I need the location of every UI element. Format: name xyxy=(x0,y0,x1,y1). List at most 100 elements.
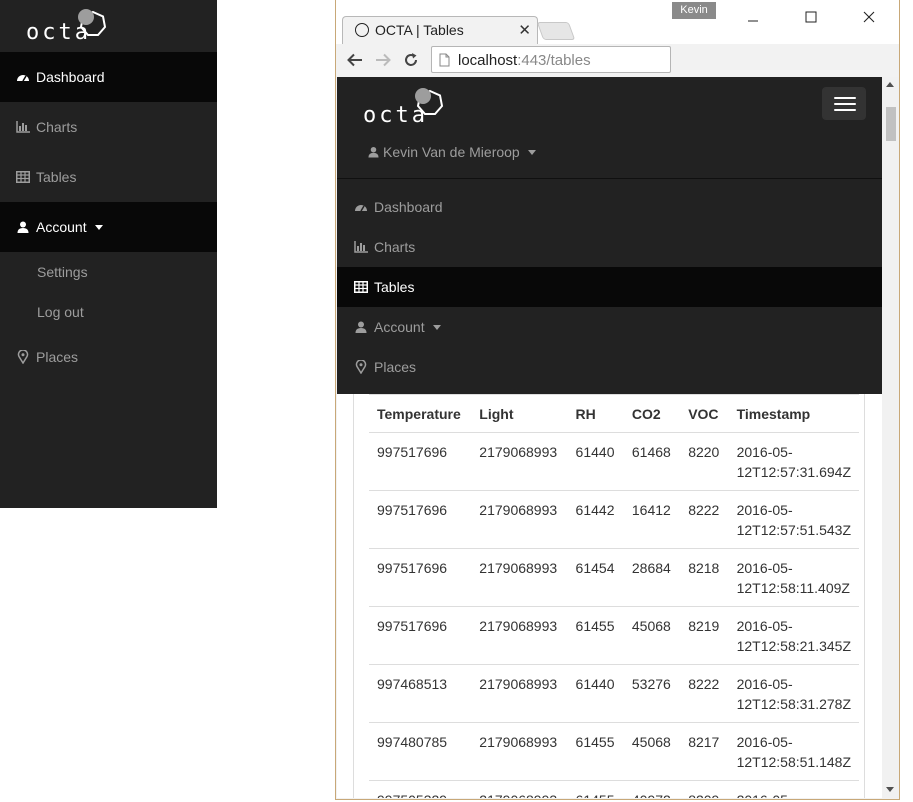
table-row: 997517696 2179068993 61440 61468 8220 20… xyxy=(369,432,859,491)
sidebar-item-dashboard[interactable]: Dashboard xyxy=(0,52,217,102)
column-header-co2[interactable]: CO2 xyxy=(623,394,681,433)
vertical-scrollbar[interactable] xyxy=(882,77,899,798)
cell-light: 2179068993 xyxy=(471,548,568,607)
scroll-up-icon[interactable] xyxy=(886,82,894,87)
submenu-item-settings[interactable]: Settings xyxy=(37,264,88,280)
cell-voc: 8220 xyxy=(680,432,729,491)
new-tab-button[interactable] xyxy=(536,22,576,40)
close-window-button[interactable] xyxy=(854,6,884,28)
sidebar-item-label: Account xyxy=(36,219,87,235)
chevron-down-icon xyxy=(432,324,441,330)
cell-co2: 45068 xyxy=(623,606,681,665)
cell-temperature: 997517696 xyxy=(369,490,472,549)
cell-light: 2179068993 xyxy=(471,490,568,549)
submenu-item-logout[interactable]: Log out xyxy=(37,304,84,320)
cell-voc: 8217 xyxy=(680,722,729,781)
nav-item-label: Account xyxy=(374,319,425,335)
maximize-icon xyxy=(805,11,817,23)
hamburger-bar xyxy=(834,97,856,99)
nav-item-tables[interactable]: Tables xyxy=(337,267,882,307)
cell-temperature: 997505329 xyxy=(369,780,472,798)
user-menu-dropdown[interactable]: Kevin Van de Mieroop xyxy=(368,144,536,160)
profile-badge[interactable]: Kevin xyxy=(672,2,716,19)
user-icon xyxy=(368,146,379,158)
map-marker-icon xyxy=(354,360,368,374)
sidebar-item-label: Places xyxy=(36,349,79,365)
sidebar-item-label: Charts xyxy=(36,119,78,135)
minimize-button[interactable] xyxy=(738,6,768,28)
address-bar[interactable]: localhost:443/tables xyxy=(431,46,671,73)
forward-button[interactable] xyxy=(373,50,393,70)
url-path: :443/tables xyxy=(517,52,591,69)
column-header-voc[interactable]: VOC xyxy=(680,394,729,433)
sidebar-item-charts[interactable]: Charts xyxy=(0,102,217,152)
octa-logo[interactable]: octa xyxy=(363,83,453,128)
cell-timestamp: 2016-05- xyxy=(728,780,859,798)
reload-button[interactable] xyxy=(401,50,421,70)
cell-timestamp: 2016-05-12T12:58:21.345Z xyxy=(728,606,859,665)
cell-co2: 40972 xyxy=(623,780,681,798)
cell-voc: 8222 xyxy=(680,664,729,723)
map-marker-icon xyxy=(16,350,30,364)
close-tab-icon[interactable]: ✕ xyxy=(518,21,531,39)
scrollbar-thumb[interactable] xyxy=(886,107,896,141)
table-icon xyxy=(16,170,30,184)
table-panel: Temperature Light RH CO2 VOC Timestamp 9… xyxy=(353,394,865,798)
maximize-button[interactable] xyxy=(796,6,826,28)
user-icon xyxy=(16,220,30,234)
reload-icon xyxy=(405,53,417,66)
logo-hexagon-icon xyxy=(78,9,107,36)
nav-item-label: Places xyxy=(374,359,417,375)
arrow-right-icon xyxy=(376,53,391,67)
nav-item-dashboard[interactable]: Dashboard xyxy=(337,187,882,227)
favicon-icon xyxy=(355,23,369,37)
nav-item-label: Charts xyxy=(374,239,416,255)
cell-temperature: 997480785 xyxy=(369,722,472,781)
chevron-down-icon xyxy=(527,149,536,155)
browser-window: OCTA | Tables ✕ Kevin localhost:443/tabl… xyxy=(335,0,900,800)
user-icon xyxy=(354,320,368,334)
nav-item-account[interactable]: Account xyxy=(337,307,882,347)
data-table: Temperature Light RH CO2 VOC Timestamp 9… xyxy=(369,394,859,798)
cell-light: 2179068993 xyxy=(471,664,568,723)
browser-tab[interactable]: OCTA | Tables ✕ xyxy=(342,16,538,44)
cell-voc: 8219 xyxy=(680,606,729,665)
sidebar-item-places[interactable]: Places xyxy=(0,332,217,382)
nav-divider xyxy=(337,178,882,179)
left-sidebar: octa Dashboard Charts Tables Account Set… xyxy=(0,0,217,508)
dashboard-icon xyxy=(16,70,30,84)
page-viewport: octa Kevin Van de Mieroop Dashboard Char… xyxy=(337,77,882,798)
column-header-rh[interactable]: RH xyxy=(567,394,624,433)
table-row: 997517696 2179068993 61454 28684 8218 20… xyxy=(369,548,859,607)
cell-voc: 8222 xyxy=(680,490,729,549)
arrow-left-icon xyxy=(347,53,362,67)
navbar-toggle-button[interactable] xyxy=(822,87,866,120)
bar-chart-icon xyxy=(354,240,368,254)
nav-item-charts[interactable]: Charts xyxy=(337,227,882,267)
table-row: 997505329 2179068993 61455 40972 8209 20… xyxy=(369,780,859,798)
cell-timestamp: 2016-05-12T12:57:51.543Z xyxy=(728,490,859,549)
nav-item-places[interactable]: Places xyxy=(337,347,882,387)
back-button[interactable] xyxy=(345,50,365,70)
minimize-icon xyxy=(748,20,758,22)
cell-co2: 28684 xyxy=(623,548,681,607)
table-row: 997517696 2179068993 61455 45068 8219 20… xyxy=(369,606,859,665)
column-header-light[interactable]: Light xyxy=(471,394,568,433)
octa-logo[interactable]: octa xyxy=(26,6,116,46)
sidebar-item-tables[interactable]: Tables xyxy=(0,152,217,202)
logo-hexagon-icon xyxy=(415,88,444,115)
sidebar-item-account[interactable]: Account xyxy=(0,202,217,252)
table-row: 997517696 2179068993 61442 16412 8222 20… xyxy=(369,490,859,549)
scroll-down-icon[interactable] xyxy=(886,787,894,792)
cell-temperature: 997517696 xyxy=(369,606,472,665)
cell-voc: 8218 xyxy=(680,548,729,607)
column-header-timestamp[interactable]: Timestamp xyxy=(728,394,859,433)
table-row: 997468513 2179068993 61440 53276 8222 20… xyxy=(369,664,859,723)
chevron-down-icon xyxy=(94,224,103,230)
sidebar-item-label: Tables xyxy=(36,169,77,185)
column-header-temperature[interactable]: Temperature xyxy=(369,394,472,433)
cell-temperature: 997517696 xyxy=(369,432,472,491)
cell-light: 2179068993 xyxy=(471,606,568,665)
bar-chart-icon xyxy=(16,120,30,134)
table-icon xyxy=(354,280,368,294)
